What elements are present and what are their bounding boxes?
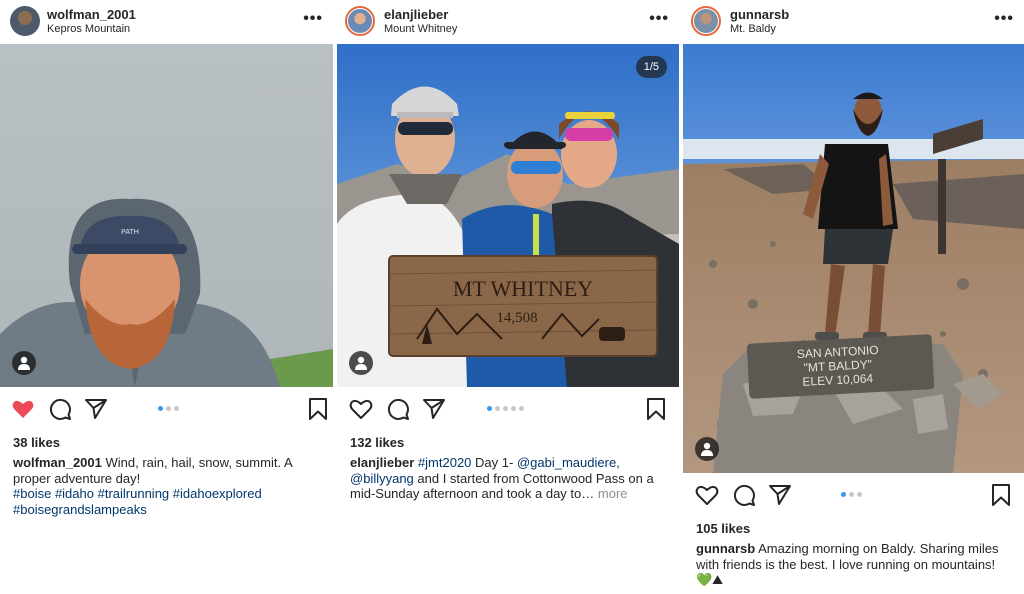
summit-group-image: MT WHITNEY 14,508 xyxy=(337,44,679,387)
post-photo[interactable]: MT WHITNEY 14,508 1/5 xyxy=(337,44,679,387)
user-tag-icon[interactable] xyxy=(349,351,373,375)
username[interactable]: wolfman_2001 xyxy=(47,7,136,22)
caption-username[interactable]: wolfman_2001 xyxy=(13,455,102,470)
more-link[interactable]: more xyxy=(598,486,628,501)
location[interactable]: Mount Whitney xyxy=(384,23,457,35)
post-card: elanjlieber Mount Whitney ••• MT WHITNEY… xyxy=(337,0,679,502)
mention-link[interactable]: @gabi_maudiere, xyxy=(517,455,620,470)
bookmark-icon[interactable] xyxy=(989,483,1013,507)
avatar[interactable] xyxy=(10,6,40,36)
avatar[interactable] xyxy=(691,6,721,36)
post-header: elanjlieber Mount Whitney ••• xyxy=(337,0,679,44)
post-header: wolfman_2001 Kepros Mountain ••• xyxy=(0,0,333,44)
carousel-dot xyxy=(495,406,500,411)
send-icon[interactable] xyxy=(84,397,108,421)
location[interactable]: Mt. Baldy xyxy=(730,23,776,35)
carousel-dot xyxy=(519,406,524,411)
carousel-count-badge: 1/5 xyxy=(635,56,667,78)
caption-username[interactable]: elanjlieber xyxy=(350,455,414,470)
more-options-icon[interactable]: ••• xyxy=(303,10,323,28)
post-header: gunnarsb Mt. Baldy ••• xyxy=(683,0,1024,44)
avatar[interactable] xyxy=(345,6,375,36)
bookmark-icon[interactable] xyxy=(644,397,668,421)
post-caption: gunnarsb Amazing morning on Baldy. Shari… xyxy=(683,536,1024,588)
comment-icon[interactable] xyxy=(48,397,72,421)
more-options-icon[interactable]: ••• xyxy=(649,10,669,28)
post-card: wolfman_2001 Kepros Mountain ••• PATH 38… xyxy=(0,0,333,517)
hashtag-link[interactable]: #boisegrandslampeaks xyxy=(13,502,147,517)
heart-icon[interactable] xyxy=(349,397,373,421)
location[interactable]: Kepros Mountain xyxy=(47,23,130,35)
carousel-dot xyxy=(503,406,508,411)
carousel-dot xyxy=(841,492,846,497)
comment-icon[interactable] xyxy=(732,483,756,507)
carousel-dot xyxy=(511,406,516,411)
likes-count[interactable]: 38 likes xyxy=(0,435,333,450)
instagram-feed: wolfman_2001 Kepros Mountain ••• PATH 38… xyxy=(0,0,1024,594)
caption-username[interactable]: gunnarsb xyxy=(696,541,755,556)
sign-elevation: 14,508 xyxy=(496,310,537,326)
carousel-dot xyxy=(487,406,492,411)
caption-text: Day 1- xyxy=(475,455,514,470)
svg-text:PATH: PATH xyxy=(121,229,139,236)
likes-count[interactable]: 105 likes xyxy=(683,521,1024,536)
sign-title: MT WHITNEY xyxy=(453,276,593,301)
post-photo[interactable]: SAN ANTONIO "MT BALDY" ELEV 10,064 xyxy=(683,44,1024,473)
likes-count[interactable]: 132 likes xyxy=(337,435,679,450)
post-caption: wolfman_2001 Wind, rain, hail, snow, sum… xyxy=(0,450,333,517)
username[interactable]: elanjlieber xyxy=(384,7,448,22)
carousel-indicator xyxy=(487,406,524,411)
send-icon[interactable] xyxy=(768,483,792,507)
user-tag-icon[interactable] xyxy=(12,351,36,375)
carousel-dot xyxy=(174,406,179,411)
carousel-dot xyxy=(166,406,171,411)
hashtag-link[interactable]: #trailrunning xyxy=(98,486,170,501)
post-card: gunnarsb Mt. Baldy ••• SAN ANTONIO "MT B… xyxy=(683,0,1024,588)
hashtag-link[interactable]: #idaho xyxy=(55,486,94,501)
heart-icon[interactable] xyxy=(695,483,719,507)
mention-link[interactable]: @billyyang xyxy=(350,471,414,486)
bookmark-icon[interactable] xyxy=(306,397,330,421)
carousel-dot xyxy=(849,492,854,497)
hashtag-link[interactable]: #idahoexplored xyxy=(173,486,262,501)
username[interactable]: gunnarsb xyxy=(730,7,789,22)
carousel-indicator xyxy=(841,492,862,497)
action-bar xyxy=(683,473,1024,517)
summit-plaque-image: SAN ANTONIO "MT BALDY" ELEV 10,064 xyxy=(683,44,1024,473)
hashtag-link[interactable]: #boise xyxy=(13,486,51,501)
action-bar xyxy=(337,387,679,431)
carousel-indicator xyxy=(158,406,179,411)
send-icon[interactable] xyxy=(422,397,446,421)
comment-icon[interactable] xyxy=(386,397,410,421)
hashtag-link[interactable]: #jmt2020 xyxy=(418,455,471,470)
post-photo[interactable]: PATH xyxy=(0,44,333,387)
more-options-icon[interactable]: ••• xyxy=(994,10,1014,28)
action-bar xyxy=(0,387,333,431)
caption-emoji: 💚⛰ xyxy=(696,572,724,587)
hiker-selfie-image: PATH xyxy=(0,44,333,387)
carousel-dot xyxy=(158,406,163,411)
carousel-dot xyxy=(857,492,862,497)
heart-icon[interactable] xyxy=(11,397,35,421)
post-caption: elanjlieber #jmt2020 Day 1- @gabi_maudie… xyxy=(337,450,679,502)
user-tag-icon[interactable] xyxy=(695,437,719,461)
